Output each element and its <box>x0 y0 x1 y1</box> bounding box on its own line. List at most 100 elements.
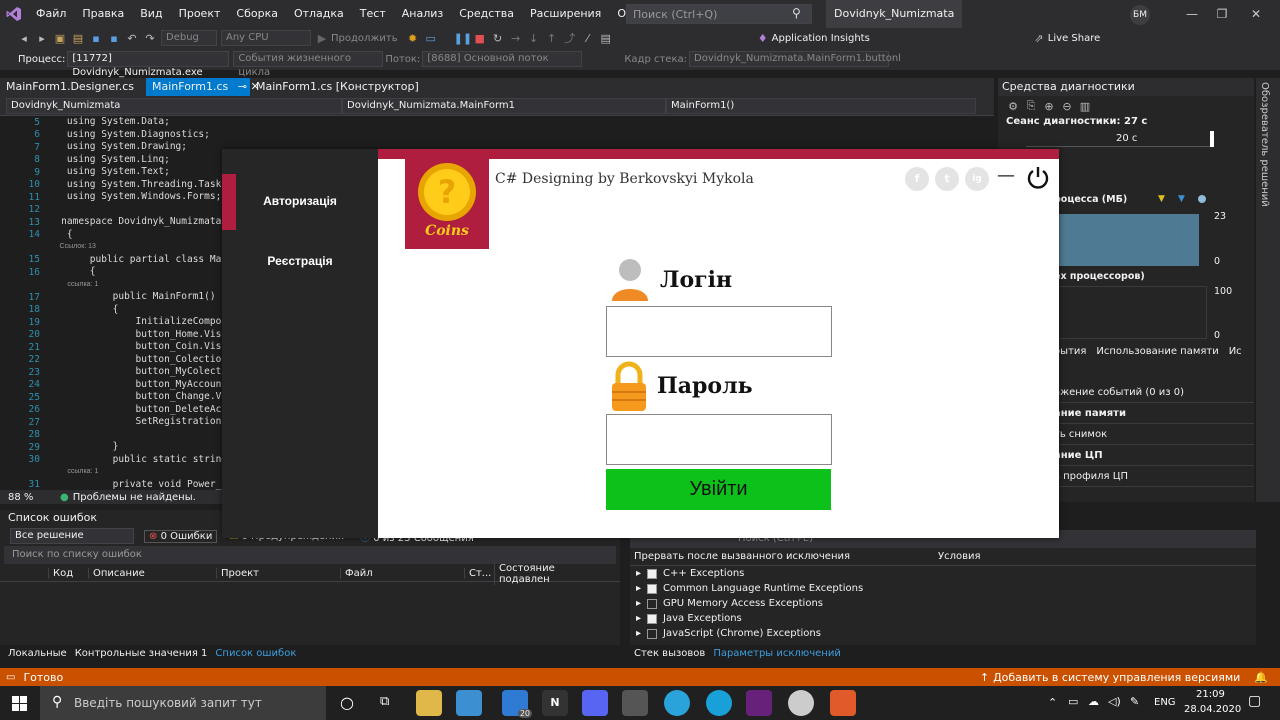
zoom-out-icon[interactable]: ⊖ <box>1059 100 1075 113</box>
zoom-in-icon[interactable]: ⊕ <box>1041 100 1057 113</box>
exception-checkbox[interactable] <box>647 613 658 624</box>
tab-mainform-cs[interactable]: MainForm1.cs ⊸ ✕ <box>146 78 260 96</box>
settings-icon[interactable]: ⚙ <box>1005 100 1021 113</box>
comment-icon[interactable]: ▤ <box>598 32 614 45</box>
screen-icon[interactable]: ▭ <box>423 32 439 45</box>
menu-item[interactable]: Тест <box>352 0 394 28</box>
tab-exception-settings[interactable]: Параметры исключений <box>713 648 841 659</box>
diagnostics-item[interactable]: ажение событий (0 из 0) <box>1054 382 1254 403</box>
back-icon[interactable]: ◂ <box>16 32 32 45</box>
continue-icon[interactable]: ▶ <box>314 32 330 45</box>
expand-icon[interactable]: ▸ <box>636 613 641 624</box>
lifecycle-combo[interactable]: События жизненного цикла <box>233 51 384 78</box>
instagram-icon[interactable]: ig <box>965 167 989 191</box>
platform-combo[interactable]: Any CPU <box>221 30 311 46</box>
errors-filter[interactable]: ⊗ 0 Ошибки <box>144 529 218 543</box>
exception-checkbox[interactable] <box>647 568 658 579</box>
search-icon[interactable]: ⚲ <box>792 6 801 20</box>
zoom-level[interactable]: 88 % <box>8 492 60 503</box>
app-insights-icon[interactable]: ♦ <box>755 32 771 45</box>
column-header[interactable]: Состояние подавлен <box>494 562 594 585</box>
step-icon[interactable]: → <box>508 32 524 45</box>
class-combo[interactable]: Dovidnyk_Numizmata.MainForm1 <box>342 97 666 114</box>
tab-cpu[interactable]: Ис <box>1229 346 1242 357</box>
source-control-button[interactable]: Добавить в систему управления версиями <box>993 671 1240 684</box>
thread-combo[interactable]: [8688] Основной поток <box>422 51 583 67</box>
process-combo[interactable]: [11772] Dovidnyk_Numizmata.exe <box>67 51 230 78</box>
config-combo[interactable]: Debug <box>161 30 217 46</box>
project-combo[interactable]: Dovidnyk_Numizmata <box>6 97 342 114</box>
exception-row[interactable]: ▸ GPU Memory Access Exceptions <box>630 596 1256 611</box>
exception-row[interactable]: ▸ Common Language Runtime Exceptions <box>630 581 1256 596</box>
mail-icon[interactable]: 20 <box>502 690 532 718</box>
tab-designer-view[interactable]: MainForm1.cs [Конструктор] <box>250 78 425 96</box>
clock-date[interactable]: 28.04.2020 <box>1184 704 1241 715</box>
code-line[interactable]: 5 using System.Data; <box>0 116 994 129</box>
restart-icon[interactable]: ↻ <box>490 32 506 45</box>
telegram-icon[interactable] <box>664 690 690 716</box>
notion-icon[interactable]: N <box>542 690 568 716</box>
minimize-icon[interactable]: — <box>1176 0 1208 28</box>
step-out-icon[interactable]: ⤴ <box>562 30 578 46</box>
volume-icon[interactable]: ◁) <box>1108 695 1121 708</box>
step-over-icon[interactable]: ↑ <box>544 32 560 45</box>
tab-error-list[interactable]: Список ошибок <box>215 648 296 659</box>
code-line[interactable]: 6 using System.Diagnostics; <box>0 129 994 142</box>
expand-icon[interactable]: ▸ <box>636 628 641 639</box>
column-header[interactable]: Проект <box>216 568 340 579</box>
unity-icon[interactable] <box>622 690 648 716</box>
tab-locals[interactable]: Локальные <box>8 648 67 659</box>
column-header[interactable]: Файл <box>340 568 464 579</box>
store-icon[interactable] <box>456 690 482 716</box>
password-input[interactable] <box>606 414 832 465</box>
redo-icon[interactable]: ↷ <box>142 32 158 45</box>
pen-icon[interactable]: ✎ <box>1130 695 1139 708</box>
expand-icon[interactable]: ▸ <box>636 568 641 579</box>
chart-icon[interactable]: ▥ <box>1077 100 1093 113</box>
language-indicator[interactable]: ENG <box>1154 697 1176 708</box>
undo-icon[interactable]: ↶ <box>124 32 140 45</box>
github-icon[interactable] <box>788 690 814 716</box>
nav-authorization[interactable]: Авторизація <box>222 173 378 229</box>
menu-item[interactable]: Сборка <box>228 0 286 28</box>
new-project-icon[interactable]: ▣ <box>52 32 68 45</box>
tray-chevron-icon[interactable]: ⌃ <box>1048 696 1057 709</box>
diagnostics-item[interactable]: ание памяти <box>1054 403 1254 424</box>
exception-row[interactable]: ▸ Java Exceptions <box>630 611 1256 626</box>
exception-checkbox[interactable] <box>647 628 658 639</box>
menu-item[interactable]: Вид <box>132 0 170 28</box>
bell-icon[interactable]: 🔔 <box>1254 671 1268 684</box>
live-share-button[interactable]: Live Share <box>1048 33 1100 44</box>
save-icon[interactable]: ▪ <box>88 32 104 45</box>
menu-item[interactable]: Отладка <box>286 0 352 28</box>
login-input[interactable] <box>606 306 832 357</box>
pause-icon[interactable]: ❚❚ <box>454 32 472 45</box>
menu-item[interactable]: Файл <box>28 0 74 28</box>
tab-designer-cs[interactable]: MainForm1.Designer.cs <box>0 78 146 96</box>
member-combo[interactable]: MainForm1() <box>666 97 976 114</box>
scope-combo[interactable]: Все решение <box>10 528 134 544</box>
open-icon[interactable]: ▤ <box>70 32 86 45</box>
exception-row[interactable]: ▸ C++ Exceptions <box>630 566 1256 581</box>
menu-item[interactable]: Правка <box>74 0 132 28</box>
notifications-icon[interactable]: ▢ <box>1248 693 1261 709</box>
login-button[interactable]: Увійти <box>606 469 831 510</box>
column-header[interactable]: Описание <box>88 568 216 579</box>
restore-icon[interactable]: ❐ <box>1206 0 1238 28</box>
frame-combo[interactable]: Dovidnyk_Numizmata.MainForm1.buttonl <box>689 51 901 67</box>
twitter-icon[interactable]: t <box>935 167 959 191</box>
cortana-icon[interactable]: ○ <box>340 693 354 712</box>
expand-icon[interactable]: ▸ <box>636 598 641 609</box>
file-explorer-icon[interactable] <box>416 690 442 716</box>
diagnostics-item[interactable]: ь профиля ЦП <box>1054 466 1254 487</box>
search-box[interactable]: Поиск (Ctrl+Q) <box>626 4 812 24</box>
avatar[interactable]: БМ <box>1130 5 1150 25</box>
exception-checkbox[interactable] <box>647 583 658 594</box>
edge-icon[interactable] <box>706 690 732 716</box>
taskbar-search[interactable]: Введіть пошуковий запит тут <box>40 686 326 720</box>
nav-registration[interactable]: Реєстрація <box>222 233 378 289</box>
network-icon[interactable]: ☁ <box>1088 695 1099 708</box>
discord-icon[interactable] <box>582 690 608 716</box>
expand-icon[interactable]: ▸ <box>636 583 641 594</box>
minimize-app-button[interactable]: — <box>997 165 1015 186</box>
